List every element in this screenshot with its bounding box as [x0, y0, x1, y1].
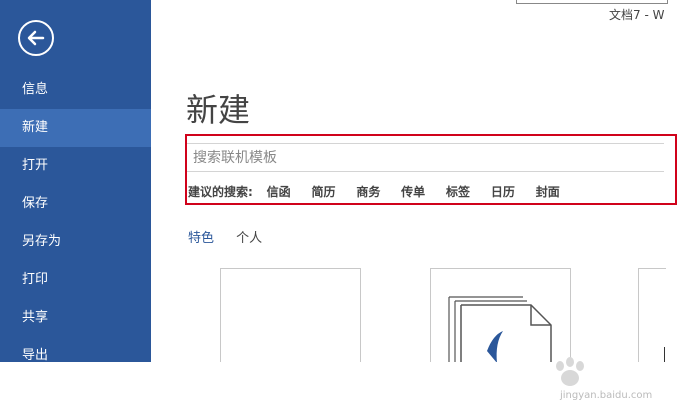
sidebar-item-save[interactable]: 保存: [0, 185, 151, 223]
sidebar-item-info[interactable]: 信息: [0, 71, 151, 109]
template-card-partial[interactable]: [638, 268, 666, 362]
tab-featured[interactable]: 特色: [188, 231, 214, 246]
template-card-blank[interactable]: [220, 268, 361, 362]
back-button[interactable]: [18, 20, 54, 56]
sidebar-nav: 信息 新建 打开 保存 另存为 打印 共享 导出: [0, 71, 151, 375]
window-title: 文档7 - W: [609, 8, 665, 22]
template-card-tour[interactable]: [430, 268, 571, 363]
sidebar-item-print[interactable]: 打印: [0, 261, 151, 299]
annotation-highlight-box: [185, 134, 677, 205]
sidebar-item-save-as[interactable]: 另存为: [0, 223, 151, 261]
watermark-text: jingyan.baidu.com: [560, 390, 653, 401]
template-tabs: 特色 个人: [188, 227, 280, 246]
arrow-left-icon: [27, 30, 45, 46]
page-title: 新建: [186, 91, 251, 130]
sidebar-item-new[interactable]: 新建: [0, 109, 151, 147]
backstage-sidebar: 信息 新建 打开 保存 另存为 打印 共享 导出: [0, 0, 151, 363]
tab-personal[interactable]: 个人: [236, 231, 262, 246]
title-bar-fragment: [516, 0, 668, 4]
sidebar-item-share[interactable]: 共享: [0, 299, 151, 337]
sidebar-item-open[interactable]: 打开: [0, 147, 151, 185]
